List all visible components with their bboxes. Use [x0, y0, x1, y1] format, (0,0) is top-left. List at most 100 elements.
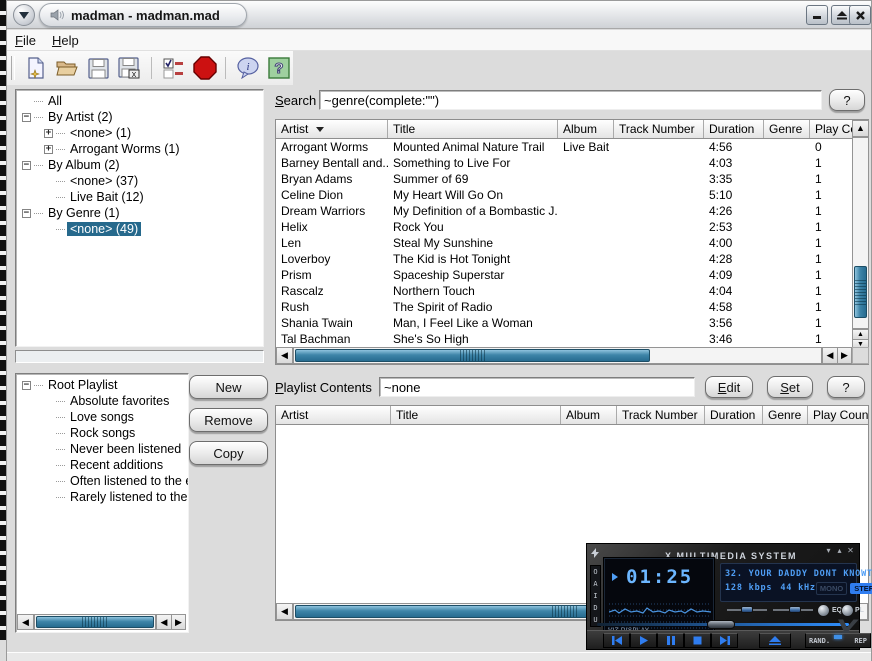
pause-button[interactable]	[657, 633, 684, 648]
remove-playlist-button[interactable]: Remove	[189, 408, 268, 432]
table-row[interactable]: Rascalz Northern Touch 4:04 1	[276, 283, 852, 299]
vscroll-up-button[interactable]: ▲	[852, 120, 869, 137]
tree-item[interactable]: − By Album (2)	[16, 157, 263, 173]
table-row[interactable]: Loverboy The Kid is Hot Tonight 4:28 1	[276, 251, 852, 267]
tree-item[interactable]: <none> (37)	[16, 173, 263, 189]
playlist-table-hscroll-left[interactable]: ◀	[276, 603, 293, 620]
playlist-contents-input[interactable]	[379, 377, 695, 397]
tree-item[interactable]: Rarely listened to the end	[16, 489, 188, 505]
col-title[interactable]: Title	[388, 120, 558, 138]
library-table-body[interactable]: Arrogant Worms Mounted Animal Nature Tra…	[276, 139, 852, 347]
hscroll-track[interactable]	[293, 347, 822, 364]
col-genre[interactable]: Genre	[764, 120, 810, 138]
col-album[interactable]: Album	[558, 120, 614, 138]
col-artist[interactable]: Artist	[276, 406, 391, 424]
window-menu-button[interactable]	[13, 4, 35, 26]
edit-button[interactable]: Edit	[705, 376, 753, 398]
table-row[interactable]: Len Steal My Sunshine 4:00 1	[276, 235, 852, 251]
eject-button[interactable]	[759, 633, 791, 648]
table-row[interactable]: Bryan Adams Summer of 69 3:35 1	[276, 171, 852, 187]
col-album[interactable]: Album	[561, 406, 617, 424]
clutterbar-letter[interactable]: O	[593, 569, 597, 576]
stop-button[interactable]	[191, 54, 218, 82]
library-tree-hscroll-track[interactable]	[15, 350, 264, 363]
tree-item[interactable]: + <none> (1)	[16, 125, 263, 141]
table-row[interactable]: Rush The Spirit of Radio 4:58 1	[276, 299, 852, 315]
hscroll-left-button-2[interactable]: ◀	[822, 347, 837, 364]
tree-item[interactable]: − Root Playlist	[16, 377, 188, 393]
col-title[interactable]: Title	[391, 406, 561, 424]
tree-item[interactable]: + Arrogant Worms (1)	[16, 141, 263, 157]
menu-file[interactable]: File	[15, 33, 36, 48]
tip-button[interactable]: i	[234, 54, 261, 82]
menu-help[interactable]: Help	[52, 33, 79, 48]
table-row[interactable]: Dream Warriors My Definition of a Bombas…	[276, 203, 852, 219]
close-button[interactable]	[849, 5, 871, 25]
clutterbar-letter[interactable]: A	[593, 581, 597, 588]
tree-item[interactable]: Never been listened	[16, 441, 188, 457]
tree-expander[interactable]: −	[22, 161, 31, 170]
xmms-player[interactable]: X MULTIMEDIA SYSTEM ▾ ▴ ✕ OAIDU 01:25 VI…	[586, 543, 860, 650]
volume-handle[interactable]	[789, 606, 801, 613]
repeat-toggle[interactable]: REP	[854, 637, 867, 645]
hscroll-right-button[interactable]: ▶	[837, 347, 852, 364]
tree-expander[interactable]: −	[22, 113, 31, 122]
search-input[interactable]	[319, 90, 822, 110]
col-artist[interactable]: Artist	[276, 120, 388, 138]
position-handle[interactable]	[707, 620, 735, 629]
xmms-clutterbar[interactable]: OAIDU	[590, 565, 601, 627]
col-track-number[interactable]: Track Number	[617, 406, 705, 424]
tree-item[interactable]: All	[16, 93, 263, 109]
balance-slider[interactable]	[727, 609, 767, 611]
col-duration[interactable]: Duration	[705, 406, 763, 424]
copy-playlist-button[interactable]: Copy	[189, 441, 268, 465]
tree-item[interactable]: − By Artist (2)	[16, 109, 263, 125]
tree-expander[interactable]: +	[44, 145, 53, 154]
tree-item[interactable]: Love songs	[16, 409, 188, 425]
prev-button[interactable]	[603, 633, 630, 648]
new-playlist-button[interactable]: New	[189, 375, 268, 399]
vscroll-track[interactable]	[852, 137, 869, 329]
playlist-tree[interactable]: − Root Playlist Absolute favorites Love …	[15, 373, 189, 633]
col-play-count[interactable]: Play Count	[810, 120, 852, 138]
shade-icon[interactable]: ▾	[824, 546, 833, 555]
table-row[interactable]: Shania Twain Man, I Feel Like a Woman 3:…	[276, 315, 852, 331]
table-row[interactable]: Barney Bentall and... Something to Live …	[276, 155, 852, 171]
playlist-help-button[interactable]: ?	[827, 376, 865, 398]
new-database-button[interactable]	[22, 54, 49, 82]
clutterbar-letter[interactable]: I	[593, 593, 597, 600]
next-button[interactable]	[711, 633, 738, 648]
playlist-hscroll-right-button[interactable]: ▶	[171, 614, 186, 630]
titlebar[interactable]: madman - madman.mad	[7, 1, 871, 29]
play-button[interactable]	[630, 633, 657, 648]
table-row[interactable]: Arrogant Worms Mounted Animal Nature Tra…	[276, 139, 852, 155]
col-genre[interactable]: Genre	[763, 406, 808, 424]
open-button[interactable]	[53, 54, 80, 82]
toolbar-handle[interactable]	[11, 56, 15, 80]
clutterbar-letter[interactable]: D	[593, 605, 597, 612]
playlist-table-header[interactable]: Artist Title Album Track Number Duration…	[276, 406, 868, 425]
tree-item[interactable]: Absolute favorites	[16, 393, 188, 409]
tree-item[interactable]: Recent additions	[16, 457, 188, 473]
tree-expander[interactable]: −	[22, 381, 31, 390]
save-button[interactable]	[85, 54, 112, 82]
col-play-count[interactable]: Play Count	[808, 406, 868, 424]
playlist-hscroll-left-button[interactable]: ◀	[17, 614, 34, 630]
table-row[interactable]: Prism Spaceship Superstar 4:09 1	[276, 267, 852, 283]
vscroll-up-button-2[interactable]: ▲	[852, 329, 869, 339]
playlist-hscroll-track[interactable]	[34, 614, 156, 630]
save-as-button[interactable]: X	[116, 54, 143, 82]
table-row[interactable]: Tal Bachman She's So High 3:46 1	[276, 331, 852, 347]
random-toggle[interactable]: RAND.	[809, 637, 830, 645]
tree-item[interactable]: Live Bait (12)	[16, 189, 263, 205]
whats-this-button[interactable]: ?	[266, 54, 293, 82]
checklist-button[interactable]	[160, 54, 187, 82]
tree-expander[interactable]: −	[22, 209, 31, 218]
vscroll-thumb[interactable]	[854, 266, 867, 318]
balance-handle[interactable]	[741, 606, 753, 613]
search-help-button[interactable]: ?	[829, 89, 865, 111]
playlist-hscroll-left-button-2[interactable]: ◀	[156, 614, 171, 630]
eq-button[interactable]	[817, 604, 830, 617]
table-row[interactable]: Celine Dion My Heart Will Go On 5:10 1	[276, 187, 852, 203]
hscroll-left-button[interactable]: ◀	[276, 347, 293, 364]
